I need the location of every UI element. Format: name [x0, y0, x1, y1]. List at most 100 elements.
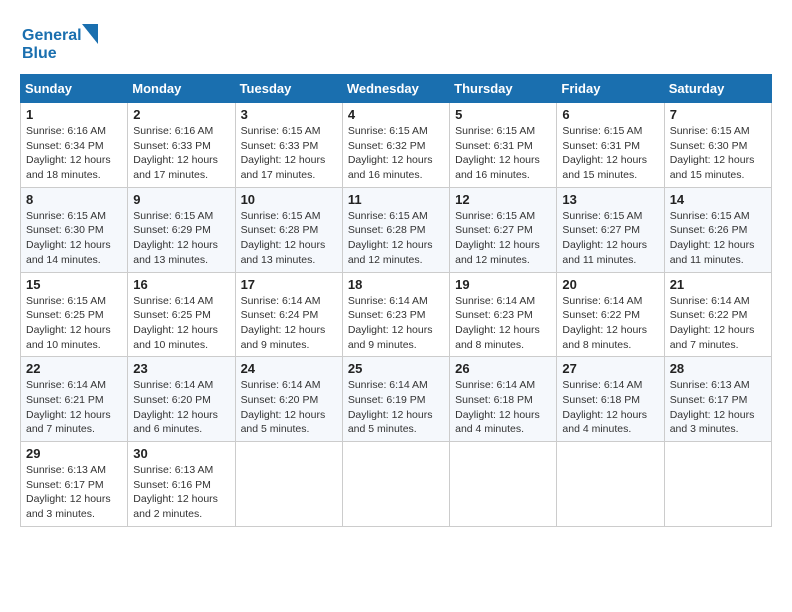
day-number: 5	[455, 107, 551, 122]
day-info: Sunrise: 6:15 AM Sunset: 6:25 PM Dayligh…	[26, 294, 122, 353]
calendar-day-13: 13 Sunrise: 6:15 AM Sunset: 6:27 PM Dayli…	[557, 187, 664, 272]
day-info: Sunrise: 6:15 AM Sunset: 6:29 PM Dayligh…	[133, 209, 229, 268]
day-info: Sunrise: 6:15 AM Sunset: 6:27 PM Dayligh…	[562, 209, 658, 268]
day-number: 7	[670, 107, 766, 122]
logo: GeneralBlue	[20, 20, 100, 64]
day-number: 13	[562, 192, 658, 207]
calendar-day-29: 29 Sunrise: 6:13 AM Sunset: 6:17 PM Dayli…	[21, 442, 128, 527]
svg-text:Blue: Blue	[22, 45, 57, 62]
day-number: 4	[348, 107, 444, 122]
day-info: Sunrise: 6:16 AM Sunset: 6:34 PM Dayligh…	[26, 124, 122, 183]
day-number: 19	[455, 277, 551, 292]
day-info: Sunrise: 6:15 AM Sunset: 6:28 PM Dayligh…	[241, 209, 337, 268]
day-info: Sunrise: 6:14 AM Sunset: 6:18 PM Dayligh…	[455, 378, 551, 437]
calendar-table: SundayMondayTuesdayWednesdayThursdayFrid…	[20, 74, 772, 527]
day-number: 8	[26, 192, 122, 207]
calendar-day-3: 3 Sunrise: 6:15 AM Sunset: 6:33 PM Daylig…	[235, 103, 342, 188]
day-number: 23	[133, 361, 229, 376]
day-info: Sunrise: 6:14 AM Sunset: 6:20 PM Dayligh…	[241, 378, 337, 437]
calendar-day-10: 10 Sunrise: 6:15 AM Sunset: 6:28 PM Dayli…	[235, 187, 342, 272]
day-number: 15	[26, 277, 122, 292]
day-number: 30	[133, 446, 229, 461]
calendar-week-2: 8 Sunrise: 6:15 AM Sunset: 6:30 PM Daylig…	[21, 187, 772, 272]
day-number: 14	[670, 192, 766, 207]
logo-svg: GeneralBlue	[20, 20, 100, 64]
calendar-day-26: 26 Sunrise: 6:14 AM Sunset: 6:18 PM Dayli…	[450, 357, 557, 442]
day-info: Sunrise: 6:15 AM Sunset: 6:31 PM Dayligh…	[562, 124, 658, 183]
day-info: Sunrise: 6:14 AM Sunset: 6:24 PM Dayligh…	[241, 294, 337, 353]
day-number: 29	[26, 446, 122, 461]
calendar-day-12: 12 Sunrise: 6:15 AM Sunset: 6:27 PM Dayli…	[450, 187, 557, 272]
day-number: 10	[241, 192, 337, 207]
calendar-day-2: 2 Sunrise: 6:16 AM Sunset: 6:33 PM Daylig…	[128, 103, 235, 188]
day-number: 17	[241, 277, 337, 292]
day-header-saturday: Saturday	[664, 75, 771, 103]
day-info: Sunrise: 6:15 AM Sunset: 6:30 PM Dayligh…	[26, 209, 122, 268]
calendar-day-22: 22 Sunrise: 6:14 AM Sunset: 6:21 PM Dayli…	[21, 357, 128, 442]
calendar-header-row: SundayMondayTuesdayWednesdayThursdayFrid…	[21, 75, 772, 103]
day-number: 3	[241, 107, 337, 122]
empty-cell	[235, 442, 342, 527]
svg-text:General: General	[22, 27, 82, 44]
calendar-day-7: 7 Sunrise: 6:15 AM Sunset: 6:30 PM Daylig…	[664, 103, 771, 188]
day-number: 9	[133, 192, 229, 207]
calendar-week-4: 22 Sunrise: 6:14 AM Sunset: 6:21 PM Dayli…	[21, 357, 772, 442]
day-info: Sunrise: 6:15 AM Sunset: 6:32 PM Dayligh…	[348, 124, 444, 183]
page-header: GeneralBlue	[20, 20, 772, 64]
calendar-body: 1 Sunrise: 6:16 AM Sunset: 6:34 PM Daylig…	[21, 103, 772, 527]
day-info: Sunrise: 6:15 AM Sunset: 6:27 PM Dayligh…	[455, 209, 551, 268]
day-number: 21	[670, 277, 766, 292]
empty-cell	[342, 442, 449, 527]
day-info: Sunrise: 6:13 AM Sunset: 6:17 PM Dayligh…	[26, 463, 122, 522]
day-info: Sunrise: 6:15 AM Sunset: 6:33 PM Dayligh…	[241, 124, 337, 183]
calendar-day-4: 4 Sunrise: 6:15 AM Sunset: 6:32 PM Daylig…	[342, 103, 449, 188]
day-info: Sunrise: 6:16 AM Sunset: 6:33 PM Dayligh…	[133, 124, 229, 183]
day-header-thursday: Thursday	[450, 75, 557, 103]
calendar-day-15: 15 Sunrise: 6:15 AM Sunset: 6:25 PM Dayli…	[21, 272, 128, 357]
calendar-day-5: 5Sunrise: 6:15 AM Sunset: 6:31 PM Daylig…	[450, 103, 557, 188]
day-info: Sunrise: 6:14 AM Sunset: 6:19 PM Dayligh…	[348, 378, 444, 437]
day-header-tuesday: Tuesday	[235, 75, 342, 103]
calendar-day-30: 30 Sunrise: 6:13 AM Sunset: 6:16 PM Dayli…	[128, 442, 235, 527]
calendar-day-9: 9 Sunrise: 6:15 AM Sunset: 6:29 PM Daylig…	[128, 187, 235, 272]
day-header-friday: Friday	[557, 75, 664, 103]
day-info: Sunrise: 6:14 AM Sunset: 6:22 PM Dayligh…	[562, 294, 658, 353]
day-info: Sunrise: 6:14 AM Sunset: 6:23 PM Dayligh…	[348, 294, 444, 353]
calendar-week-1: 1 Sunrise: 6:16 AM Sunset: 6:34 PM Daylig…	[21, 103, 772, 188]
empty-cell	[664, 442, 771, 527]
day-number: 1	[26, 107, 122, 122]
day-info: Sunrise: 6:14 AM Sunset: 6:21 PM Dayligh…	[26, 378, 122, 437]
day-number: 6	[562, 107, 658, 122]
day-number: 25	[348, 361, 444, 376]
calendar-day-11: 11Sunrise: 6:15 AM Sunset: 6:28 PM Dayli…	[342, 187, 449, 272]
calendar-day-17: 17 Sunrise: 6:14 AM Sunset: 6:24 PM Dayli…	[235, 272, 342, 357]
day-header-sunday: Sunday	[21, 75, 128, 103]
calendar-day-21: 21 Sunrise: 6:14 AM Sunset: 6:22 PM Dayli…	[664, 272, 771, 357]
day-number: 28	[670, 361, 766, 376]
day-number: 20	[562, 277, 658, 292]
day-info: Sunrise: 6:13 AM Sunset: 6:16 PM Dayligh…	[133, 463, 229, 522]
day-info: Sunrise: 6:14 AM Sunset: 6:23 PM Dayligh…	[455, 294, 551, 353]
day-number: 24	[241, 361, 337, 376]
day-info: Sunrise: 6:14 AM Sunset: 6:18 PM Dayligh…	[562, 378, 658, 437]
day-info: Sunrise: 6:14 AM Sunset: 6:25 PM Dayligh…	[133, 294, 229, 353]
calendar-day-28: 28Sunrise: 6:13 AM Sunset: 6:17 PM Dayli…	[664, 357, 771, 442]
calendar-day-27: 27 Sunrise: 6:14 AM Sunset: 6:18 PM Dayli…	[557, 357, 664, 442]
calendar-day-19: 19 Sunrise: 6:14 AM Sunset: 6:23 PM Dayli…	[450, 272, 557, 357]
day-header-wednesday: Wednesday	[342, 75, 449, 103]
calendar-day-8: 8 Sunrise: 6:15 AM Sunset: 6:30 PM Daylig…	[21, 187, 128, 272]
calendar-day-6: 6 Sunrise: 6:15 AM Sunset: 6:31 PM Daylig…	[557, 103, 664, 188]
day-header-monday: Monday	[128, 75, 235, 103]
calendar-day-25: 25 Sunrise: 6:14 AM Sunset: 6:19 PM Dayli…	[342, 357, 449, 442]
day-number: 27	[562, 361, 658, 376]
day-number: 2	[133, 107, 229, 122]
calendar-day-23: 23Sunrise: 6:14 AM Sunset: 6:20 PM Dayli…	[128, 357, 235, 442]
day-number: 11	[348, 192, 444, 207]
day-number: 12	[455, 192, 551, 207]
day-info: Sunrise: 6:14 AM Sunset: 6:22 PM Dayligh…	[670, 294, 766, 353]
day-info: Sunrise: 6:15 AM Sunset: 6:30 PM Dayligh…	[670, 124, 766, 183]
day-number: 26	[455, 361, 551, 376]
empty-cell	[450, 442, 557, 527]
day-number: 22	[26, 361, 122, 376]
calendar-day-1: 1 Sunrise: 6:16 AM Sunset: 6:34 PM Daylig…	[21, 103, 128, 188]
